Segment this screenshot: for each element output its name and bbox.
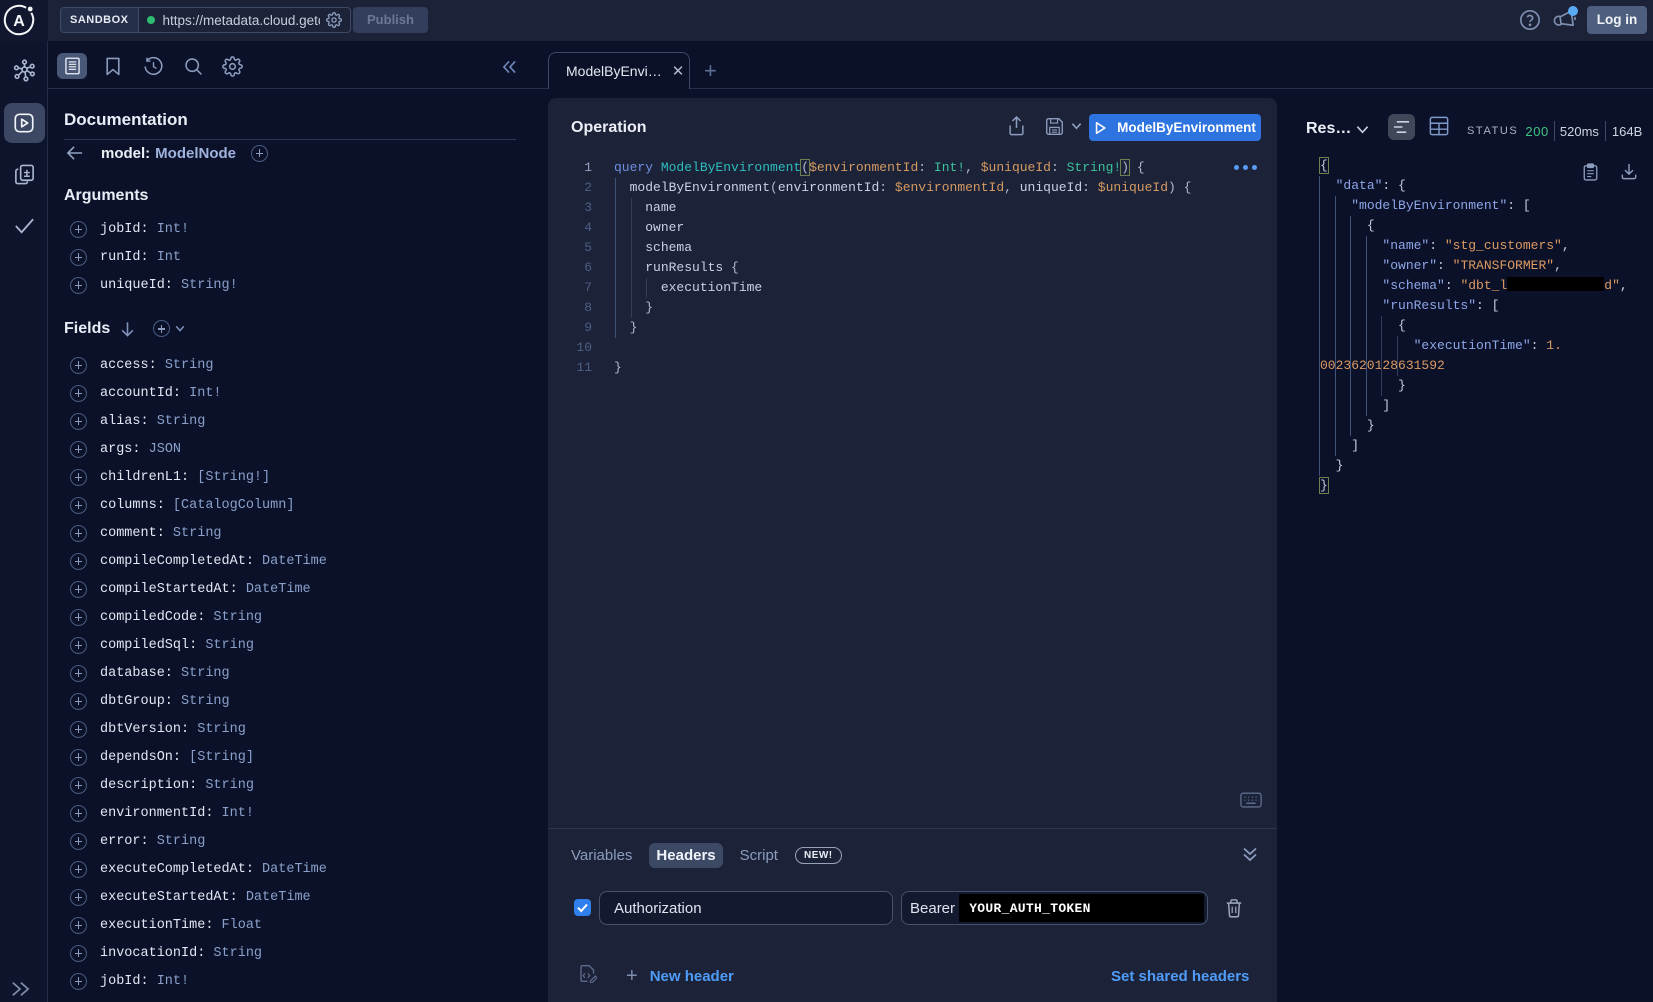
svg-text:A: A — [13, 13, 25, 30]
